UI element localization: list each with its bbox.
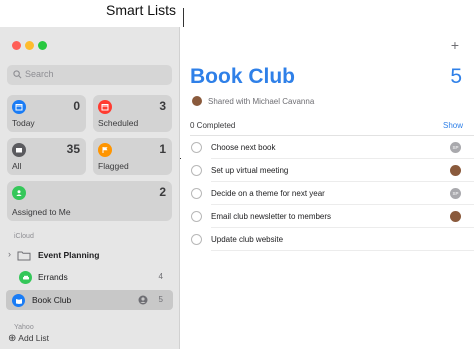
smart-list-all[interactable]: 35 All xyxy=(7,138,86,175)
task-label: Decide on a theme for next year xyxy=(211,189,325,198)
list-count: 4 xyxy=(158,272,163,281)
divider xyxy=(211,250,474,251)
search-icon xyxy=(13,70,22,79)
task-label: Set up virtual meeting xyxy=(211,166,289,175)
assignee-avatar: SP xyxy=(450,142,461,153)
person-icon xyxy=(12,186,26,200)
today-count: 0 xyxy=(73,99,80,113)
task-label: Choose next book xyxy=(211,143,276,152)
task-row[interactable]: Choose next book SP xyxy=(190,137,474,159)
assignee-avatar xyxy=(450,211,461,222)
list-title: Book Club xyxy=(190,65,295,88)
sidebar: Search 0 Today 3 Scheduled 35 All 1 Flag… xyxy=(0,27,180,349)
smart-list-today[interactable]: 0 Today xyxy=(7,95,86,132)
car-icon xyxy=(19,271,32,284)
list-label: Event Planning xyxy=(38,250,100,260)
list-count: 5 xyxy=(158,295,163,304)
minimize-window-button[interactable] xyxy=(25,41,34,50)
task-checkbox[interactable] xyxy=(191,188,202,199)
list-item-errands[interactable]: Errands 4 xyxy=(6,267,173,287)
zoom-window-button[interactable] xyxy=(38,41,47,50)
completed-count: 0 Completed xyxy=(190,121,236,130)
plus-icon: ⊕ xyxy=(8,333,17,344)
smart-list-assigned-to-me[interactable]: 2 Assigned to Me xyxy=(7,181,172,221)
task-checkbox[interactable] xyxy=(191,234,202,245)
tray-icon xyxy=(12,143,26,157)
chevron-right-icon[interactable]: › xyxy=(8,249,11,259)
all-label: All xyxy=(12,161,22,171)
smart-lists-callout: Smart Lists xyxy=(106,2,177,18)
divider xyxy=(211,181,474,182)
icloud-section-header: iCloud xyxy=(14,233,34,240)
task-row[interactable]: Set up virtual meeting xyxy=(190,160,474,182)
divider xyxy=(211,227,474,228)
yahoo-section-header: Yahoo xyxy=(14,324,34,331)
show-completed-link[interactable]: Show xyxy=(443,121,463,130)
smart-list-scheduled[interactable]: 3 Scheduled xyxy=(93,95,172,132)
shared-person-icon xyxy=(138,295,148,305)
shared-with-text: Shared with Michael Cavanna xyxy=(208,97,315,106)
add-reminder-button[interactable]: + xyxy=(451,37,459,53)
scheduled-count: 3 xyxy=(159,99,166,113)
task-row[interactable]: Email club newsletter to members xyxy=(190,206,474,228)
divider xyxy=(211,204,474,205)
reminders-window: Search 0 Today 3 Scheduled 35 All 1 Flag… xyxy=(0,27,474,349)
scheduled-label: Scheduled xyxy=(98,118,139,128)
assigned-count: 2 xyxy=(159,185,166,199)
list-label: Book Club xyxy=(32,295,72,305)
folder-icon xyxy=(17,251,31,261)
task-row[interactable]: Update club website xyxy=(190,229,474,251)
list-label: Errands xyxy=(38,272,68,282)
calendar-icon xyxy=(98,100,112,114)
divider xyxy=(211,158,474,159)
all-count: 35 xyxy=(66,142,80,156)
book-icon xyxy=(12,294,25,307)
list-item-event-planning[interactable]: › Event Planning xyxy=(6,245,173,265)
flag-icon xyxy=(98,143,112,157)
close-window-button[interactable] xyxy=(12,41,21,50)
task-checkbox[interactable] xyxy=(191,165,202,176)
add-list-button[interactable]: ⊕ Add List xyxy=(8,333,49,344)
task-checkbox[interactable] xyxy=(191,211,202,222)
smart-list-flagged[interactable]: 1 Flagged xyxy=(93,138,172,175)
task-checkbox[interactable] xyxy=(191,142,202,153)
list-item-book-club[interactable]: Book Club 5 xyxy=(6,290,173,310)
assignee-avatar xyxy=(450,165,461,176)
task-row[interactable]: Decide on a theme for next year SP xyxy=(190,183,474,205)
calendar-icon xyxy=(12,100,26,114)
assigned-label: Assigned to Me xyxy=(12,207,71,217)
add-list-label: Add List xyxy=(18,333,50,343)
divider xyxy=(190,135,474,136)
list-detail-pane: + Book Club 5 Shared with Michael Cavann… xyxy=(181,27,474,349)
task-label: Update club website xyxy=(211,235,284,244)
search-placeholder: Search xyxy=(25,69,54,79)
flagged-label: Flagged xyxy=(98,161,129,171)
avatar xyxy=(192,96,202,106)
today-label: Today xyxy=(12,118,35,128)
search-field[interactable]: Search xyxy=(7,65,172,85)
flagged-count: 1 xyxy=(159,142,166,156)
assignee-avatar: SP xyxy=(450,188,461,199)
task-label: Email club newsletter to members xyxy=(211,212,332,221)
list-total-count: 5 xyxy=(450,65,462,88)
